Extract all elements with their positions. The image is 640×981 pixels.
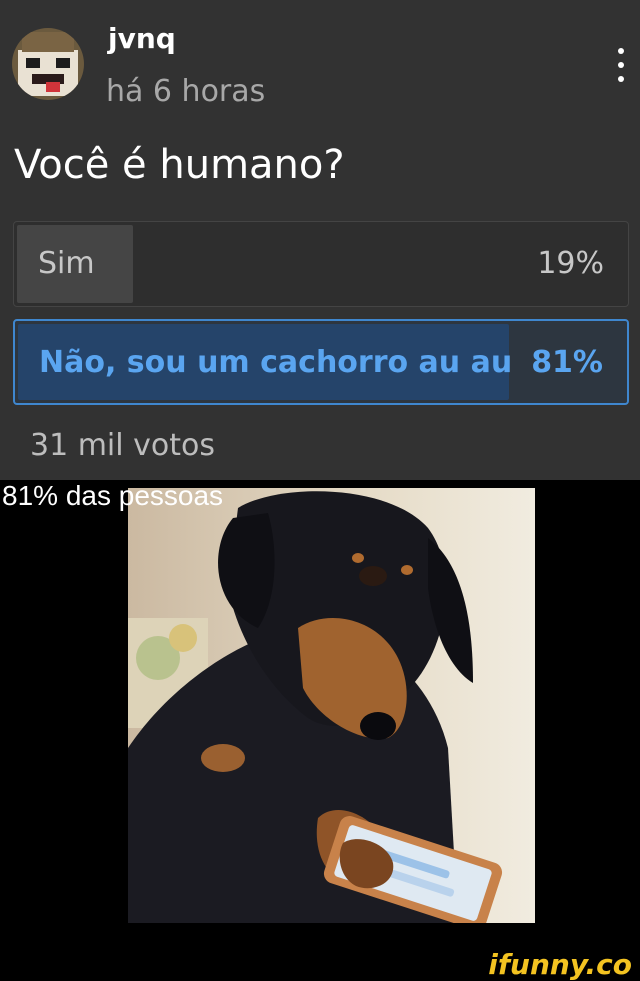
poll-option-percent: 81% (531, 345, 603, 380)
username[interactable]: jvnq (108, 22, 176, 55)
poll-option-label: Não, sou um cachorro au au (39, 345, 513, 380)
poll-post-card: jvnq há 6 horas Você é humano? Sim 19% N… (0, 0, 640, 480)
vote-count: 31 mil votos (30, 428, 215, 463)
avatar[interactable] (12, 28, 84, 100)
more-vertical-icon[interactable] (606, 48, 636, 82)
poll-option-nao-selected[interactable]: Não, sou um cachorro au au 81% (13, 319, 629, 405)
pixel-face-avatar-icon (12, 28, 84, 100)
poll-question: Você é humano? (14, 142, 345, 188)
dachshund-phone-photo (128, 488, 535, 923)
ifunny-watermark: ifunny.co (488, 948, 632, 981)
poll-option-label: Sim (38, 246, 95, 281)
poll-option-sim[interactable]: Sim 19% (13, 221, 629, 307)
image-caption: 81% das pessoas (2, 480, 224, 511)
post-timestamp: há 6 horas (106, 74, 266, 109)
poll-option-percent: 19% (537, 246, 604, 281)
